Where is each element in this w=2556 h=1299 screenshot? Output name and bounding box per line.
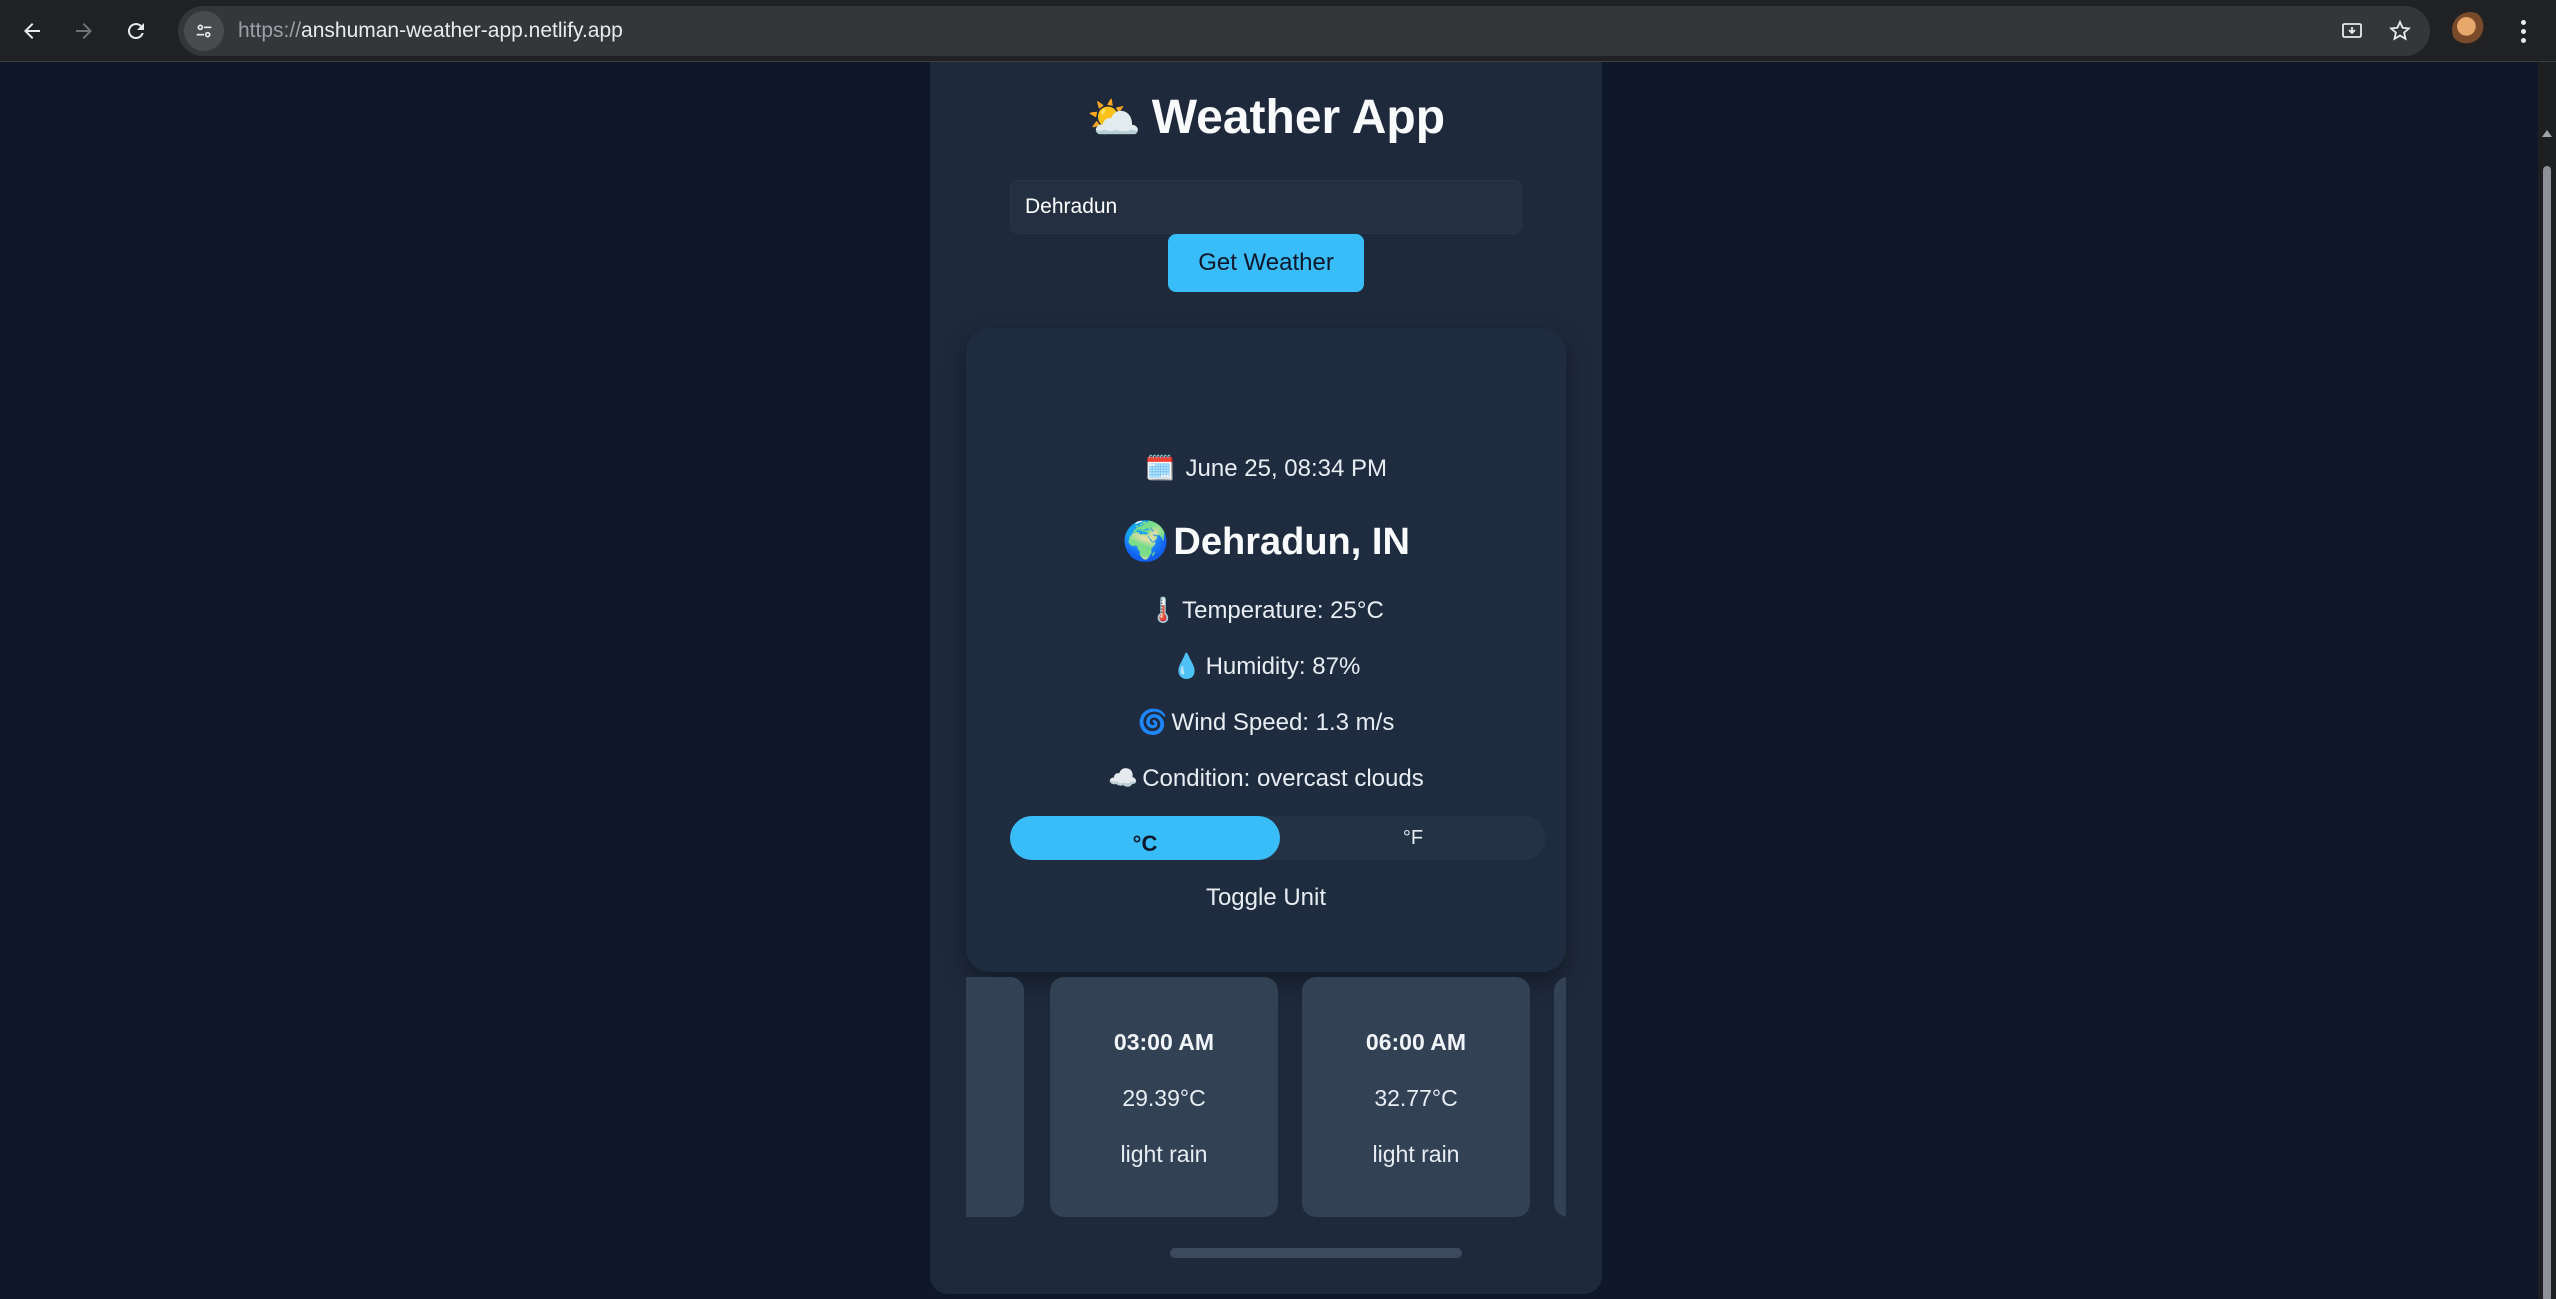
- wind-text: Wind Speed: 1.3 m/s: [1171, 709, 1395, 736]
- url-host: anshuman-weather-app.netlify.app: [301, 19, 623, 42]
- forecast-desc: light rain: [1120, 1141, 1208, 1167]
- tune-icon: [196, 24, 212, 38]
- weather-app-panel: ⛅Weather App Get Weather 🗓️ June 25, 08:…: [930, 62, 1602, 1294]
- cloud-icon: ☁️: [1108, 765, 1139, 792]
- condition-text: Condition: overcast clouds: [1142, 765, 1424, 792]
- cloud-sun-icon: ⛅: [1086, 94, 1142, 143]
- city-search-input[interactable]: [1010, 180, 1522, 234]
- thermometer-icon: 🌡️: [1148, 597, 1179, 624]
- arrow-right-icon: [76, 22, 92, 39]
- current-weather-card: 🗓️ June 25, 08:34 PM 🌍 Dehradun, IN 🌡️ Tem…: [966, 328, 1566, 972]
- bookmark-button[interactable]: [2380, 11, 2420, 51]
- arrow-left-icon: [24, 22, 40, 39]
- star-icon: [2388, 19, 2412, 41]
- scroll-up-icon[interactable]: [2542, 130, 2552, 137]
- date-text: June 25, 08:34 PM: [1185, 455, 1388, 482]
- page-scrollbar[interactable]: [2538, 62, 2556, 1299]
- url-text: https://anshuman-weather-app.netlify.app: [238, 19, 623, 43]
- forecast-time: 03:00 AM: [1113, 1029, 1215, 1055]
- humidity-text: Humidity: 87%: [1205, 653, 1361, 680]
- forward-button[interactable]: [64, 11, 104, 51]
- unit-fahrenheit-option[interactable]: °F: [1280, 816, 1546, 860]
- temperature-text: Temperature: 25°C: [1182, 597, 1384, 624]
- reload-icon: [127, 22, 144, 39]
- weather-wind: 🌀 Wind Speed: 1.3 m/s: [966, 708, 1566, 737]
- forecast-card-partial: [966, 977, 1024, 1217]
- app-title: ⛅ Weather App: [930, 90, 1602, 145]
- weather-city: 🌍 Dehradun, IN: [966, 520, 1566, 564]
- weather-date: 🗓️ June 25, 08:34 PM: [966, 454, 1566, 483]
- calendar-icon: 🗓️: [1144, 455, 1175, 482]
- weather-temperature: 🌡️ Temperature: 25°C: [966, 596, 1566, 625]
- browser-menu-button[interactable]: [2508, 11, 2538, 51]
- app-title-text: Weather App: [1151, 91, 1446, 144]
- forecast-time: 06:00 AM: [1365, 1029, 1467, 1055]
- profile-avatar[interactable]: [2452, 12, 2488, 48]
- droplet-icon: 💧: [1171, 653, 1202, 680]
- weather-condition: ☁️ Condition: overcast clouds: [966, 764, 1566, 793]
- forecast-temp: 32.77°C: [1374, 1085, 1458, 1111]
- reload-button[interactable]: [116, 11, 156, 51]
- forecast-scrollbar[interactable]: [1170, 1248, 1462, 1258]
- forecast-carousel[interactable]: 03:00 AM 29.39°C light rain 06:00 AM 32.…: [966, 977, 1566, 1247]
- city-text: Dehradun, IN: [1173, 521, 1410, 563]
- url-protocol: https://: [238, 19, 302, 42]
- forecast-desc: light rain: [1372, 1141, 1460, 1167]
- get-weather-button[interactable]: Get Weather: [1168, 234, 1364, 292]
- browser-toolbar: https://anshuman-weather-app.netlify.app: [0, 0, 2556, 62]
- forecast-card-partial: [1554, 977, 1566, 1217]
- forecast-temp: 29.39°C: [1122, 1085, 1206, 1111]
- back-button[interactable]: [12, 11, 52, 51]
- install-app-button[interactable]: [2332, 11, 2372, 51]
- unit-celsius-option[interactable]: °C: [1010, 816, 1280, 860]
- globe-icon: 🌍: [1122, 521, 1170, 563]
- address-bar[interactable]: https://anshuman-weather-app.netlify.app: [178, 6, 2430, 56]
- unit-toggle[interactable]: °C °F: [1010, 816, 1546, 860]
- weather-humidity: 💧 Humidity: 87%: [966, 652, 1566, 681]
- install-icon: [2342, 23, 2362, 38]
- forecast-card: 06:00 AM 32.77°C light rain: [1302, 977, 1530, 1217]
- toggle-unit-label: Toggle Unit: [1205, 884, 1327, 911]
- scrollbar-thumb[interactable]: [2543, 166, 2551, 1299]
- forecast-card: 03:00 AM 29.39°C light rain: [1050, 977, 1278, 1217]
- cyclone-icon: 🌀: [1137, 709, 1168, 736]
- site-info-button[interactable]: [184, 11, 224, 51]
